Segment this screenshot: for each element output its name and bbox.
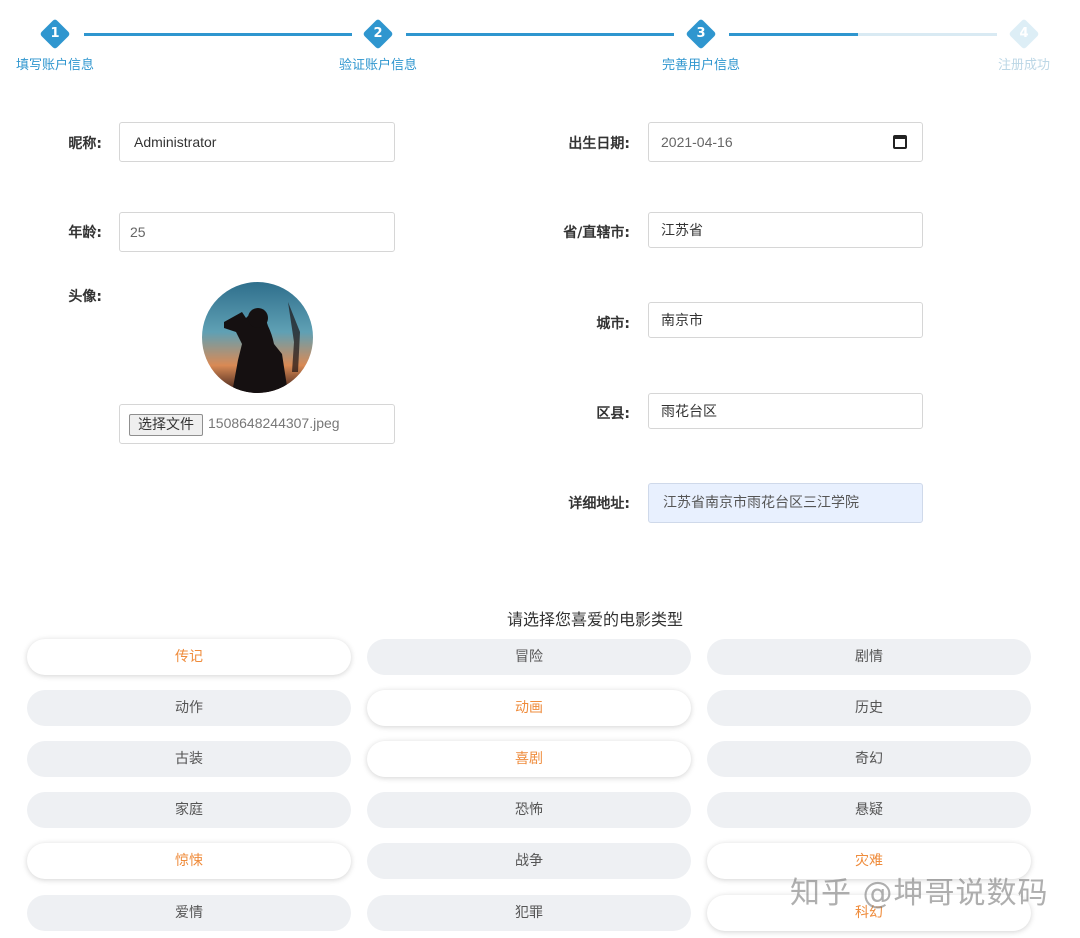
step-connector-3 (729, 33, 997, 36)
step-marker-icon: 3 (685, 18, 717, 50)
genre-option[interactable]: 家庭 (27, 792, 351, 828)
avatar (202, 282, 313, 393)
genre-option[interactable]: 历史 (707, 690, 1031, 726)
genre-option[interactable]: 惊悚 (27, 843, 351, 879)
step-connector-2 (406, 33, 674, 36)
province-label: 省/直辖市: (563, 225, 630, 241)
step-marker-icon: 1 (39, 18, 71, 50)
birth-date-value: 2021-04-16 (661, 134, 733, 150)
genre-option[interactable]: 冒险 (367, 639, 691, 675)
genre-option[interactable]: 动画 (367, 690, 691, 726)
address-label: 详细地址: (568, 496, 630, 512)
age-label: 年龄: (68, 225, 102, 241)
genre-option[interactable]: 喜剧 (367, 741, 691, 777)
address-input[interactable]: 江苏省南京市雨花台区三江学院 (648, 483, 923, 523)
calendar-icon[interactable] (893, 135, 907, 149)
genre-section-title: 请选择您喜爱的电影类型 (506, 610, 683, 629)
step-1: 1 填写账户信息 (5, 18, 105, 73)
choose-file-button[interactable]: 选择文件 (129, 414, 203, 436)
step-label: 验证账户信息 (338, 58, 417, 73)
nickname-input[interactable]: Administrator (119, 122, 395, 162)
genre-option[interactable]: 动作 (27, 690, 351, 726)
city-select[interactable]: 南京市 (648, 302, 923, 338)
genre-option[interactable]: 战争 (367, 843, 691, 879)
city-label: 城市: (596, 316, 630, 332)
step-marker-icon: 4 (1008, 18, 1040, 50)
province-select[interactable]: 江苏省 (648, 212, 923, 248)
birth-date-label: 出生日期: (568, 136, 630, 152)
step-3: 3 完善用户信息 (651, 18, 751, 73)
district-select[interactable]: 雨花台区 (648, 393, 923, 429)
genre-option[interactable]: 爱情 (27, 895, 351, 931)
file-name: 1508648244307.jpeg (208, 415, 340, 431)
genre-option[interactable]: 剧情 (707, 639, 1031, 675)
district-label: 区县: (596, 406, 630, 422)
step-label: 完善用户信息 (661, 58, 740, 73)
genre-option[interactable]: 传记 (27, 639, 351, 675)
genre-option[interactable]: 古装 (27, 741, 351, 777)
step-connector-1 (84, 33, 352, 36)
nickname-label: 昵称: (68, 136, 102, 152)
step-marker-icon: 2 (362, 18, 394, 50)
genre-option[interactable]: 恐怖 (367, 792, 691, 828)
genre-option[interactable]: 犯罪 (367, 895, 691, 931)
avatar-label: 头像: (68, 289, 102, 305)
genre-option[interactable]: 奇幻 (707, 741, 1031, 777)
age-input[interactable]: 25 (119, 212, 395, 252)
step-2: 2 验证账户信息 (328, 18, 428, 73)
step-label: 填写账户信息 (15, 58, 94, 73)
step-label: 注册成功 (997, 58, 1050, 73)
avatar-file-input[interactable]: 选择文件 1508648244307.jpeg (119, 404, 395, 444)
watermark: 知乎 @坤哥说数码 (790, 876, 1049, 911)
birth-date-input[interactable]: 2021-04-16 (648, 122, 923, 162)
genre-option[interactable]: 悬疑 (707, 792, 1031, 828)
step-4: 4 注册成功 (974, 18, 1074, 73)
